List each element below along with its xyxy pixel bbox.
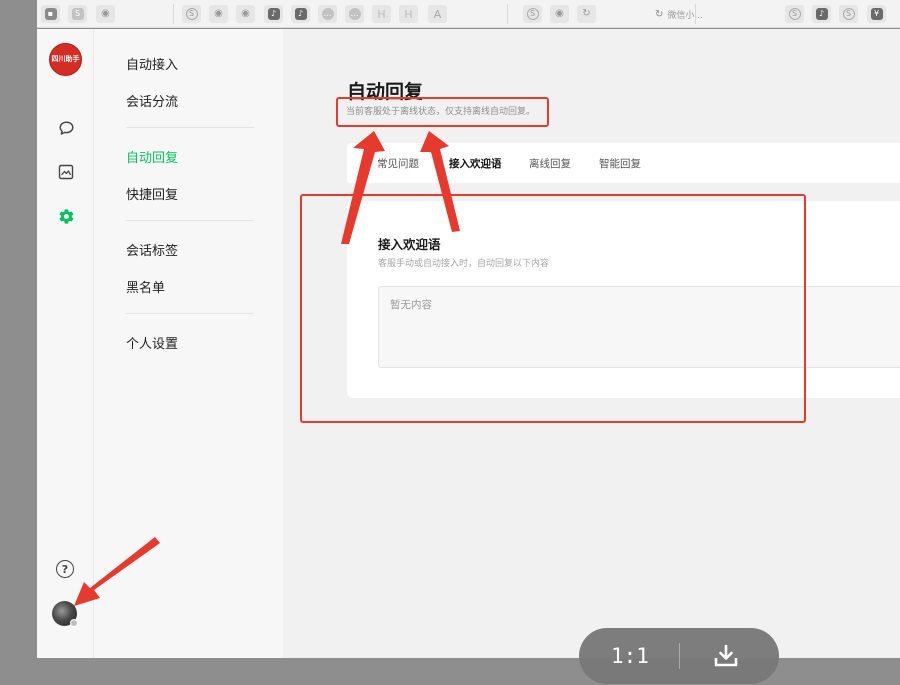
- tab-favicon-refresh-icon[interactable]: ↻: [577, 5, 596, 23]
- chat-bubble-icon[interactable]: [56, 118, 76, 138]
- toolbar-divider: [679, 643, 680, 669]
- icon-rail: 四川助手 ?: [37, 29, 94, 658]
- tab-faq[interactable]: 常见问题: [377, 156, 419, 171]
- tab-favicon-chat-icon[interactable]: …: [318, 5, 337, 23]
- tab-welcome-message[interactable]: 接入欢迎语: [449, 156, 502, 171]
- menu-item-quick-reply[interactable]: 快捷回复: [126, 184, 178, 203]
- help-question-icon[interactable]: ?: [56, 560, 74, 578]
- empty-content-placeholder: 暂无内容: [390, 299, 432, 311]
- welcome-message-content-box[interactable]: 暂无内容: [378, 286, 900, 368]
- zoom-actual-size-button[interactable]: 1:1: [611, 642, 649, 670]
- menu-divider: [126, 313, 254, 314]
- status-dot: [70, 619, 78, 627]
- tab-favicon-chat-icon[interactable]: …: [345, 5, 364, 23]
- logo-text: 四川助手: [51, 54, 80, 63]
- tab-favicon-tree-icon[interactable]: ¥: [867, 5, 886, 23]
- tab-favicon-tiktok-icon[interactable]: ♪: [291, 5, 310, 23]
- user-avatar[interactable]: [52, 601, 78, 627]
- tab-favicon-s-icon[interactable]: S: [68, 5, 87, 23]
- tab-favicon-sogou-icon[interactable]: S: [785, 5, 804, 23]
- reload-icon: ↻: [655, 8, 664, 20]
- menu-item-session-tags[interactable]: 会话标签: [126, 240, 178, 259]
- tab-favicon-wechat-icon[interactable]: ◉: [236, 5, 255, 23]
- tab-offline-reply[interactable]: 离线回复: [529, 156, 571, 171]
- menu-item-auto-accept[interactable]: 自动接入: [126, 54, 178, 73]
- menu-divider: [126, 220, 254, 221]
- tab-favicon-box-icon[interactable]: ▪: [41, 5, 60, 23]
- image-frame-icon[interactable]: [56, 162, 76, 182]
- main-content: 自动回复 当前客服处于离线状态，仅支持离线自动回复。 常见问题 接入欢迎语 离线…: [283, 29, 900, 658]
- menu-item-personal-settings[interactable]: 个人设置: [126, 333, 178, 352]
- page-title: 自动回复: [347, 81, 424, 103]
- tab-favicon-sogou-icon[interactable]: S: [523, 5, 542, 23]
- gear-icon[interactable]: [56, 206, 76, 226]
- download-icon[interactable]: [712, 643, 740, 669]
- tab-favicon-h-icon[interactable]: H: [372, 5, 391, 23]
- welcome-message-card: 接入欢迎语 客服手动或自动接入时，自动回复以下内容 暂无内容: [347, 201, 900, 398]
- menu-item-session-routing[interactable]: 会话分流: [126, 91, 178, 110]
- reply-type-tabs: 常见问题 接入欢迎语 离线回复 智能回复: [347, 143, 900, 183]
- tab-smart-reply[interactable]: 智能回复: [599, 156, 641, 171]
- tab-favicon-sogou-icon[interactable]: S: [839, 5, 858, 23]
- tab-favicon-tiktok-icon[interactable]: ♪: [264, 5, 283, 23]
- menu-item-blacklist[interactable]: 黑名单: [126, 277, 165, 296]
- card-title: 接入欢迎语: [378, 237, 441, 252]
- tab-favicon-tiktok-icon[interactable]: ♪: [812, 5, 831, 23]
- tab-favicon-wechat-icon[interactable]: ◉: [550, 5, 569, 23]
- app-logo: 四川助手: [49, 43, 82, 76]
- tab-favicon-a-icon[interactable]: A: [428, 5, 447, 23]
- tab-wechat-mini-label: 微信小...: [667, 10, 703, 21]
- settings-menu: 自动接入 会话分流 自动回复 快捷回复 会话标签 黑名单 个人设置: [94, 29, 283, 658]
- tab-favicon-wechat-icon[interactable]: ◉: [96, 5, 115, 23]
- tab-wechat-mini[interactable]: ↻ 微信小...: [655, 5, 729, 23]
- tab-favicon-sogou-icon[interactable]: S: [182, 5, 201, 23]
- card-description: 客服手动或自动接入时，自动回复以下内容: [378, 259, 550, 269]
- offline-status-notice: 当前客服处于离线状态，仅支持离线自动回复。: [346, 107, 536, 117]
- customer-service-app: 四川助手 ? 自动接入 会话分流 自动回复 快捷回复 会话标签 黑名单 个人设置…: [37, 29, 900, 658]
- menu-divider: [126, 127, 254, 128]
- image-viewer-toolbar: 1:1: [579, 628, 779, 684]
- menu-item-auto-reply[interactable]: 自动回复: [126, 147, 178, 166]
- tab-favicon-wechat-icon[interactable]: ◉: [209, 5, 228, 23]
- tab-favicon-h-icon[interactable]: H: [399, 5, 418, 23]
- browser-tab-strip: ▪ S ◉ S ◉ ◉ ♪ ♪ … … H H A S ◉ ↻ ↻ 微信小...…: [37, 0, 900, 28]
